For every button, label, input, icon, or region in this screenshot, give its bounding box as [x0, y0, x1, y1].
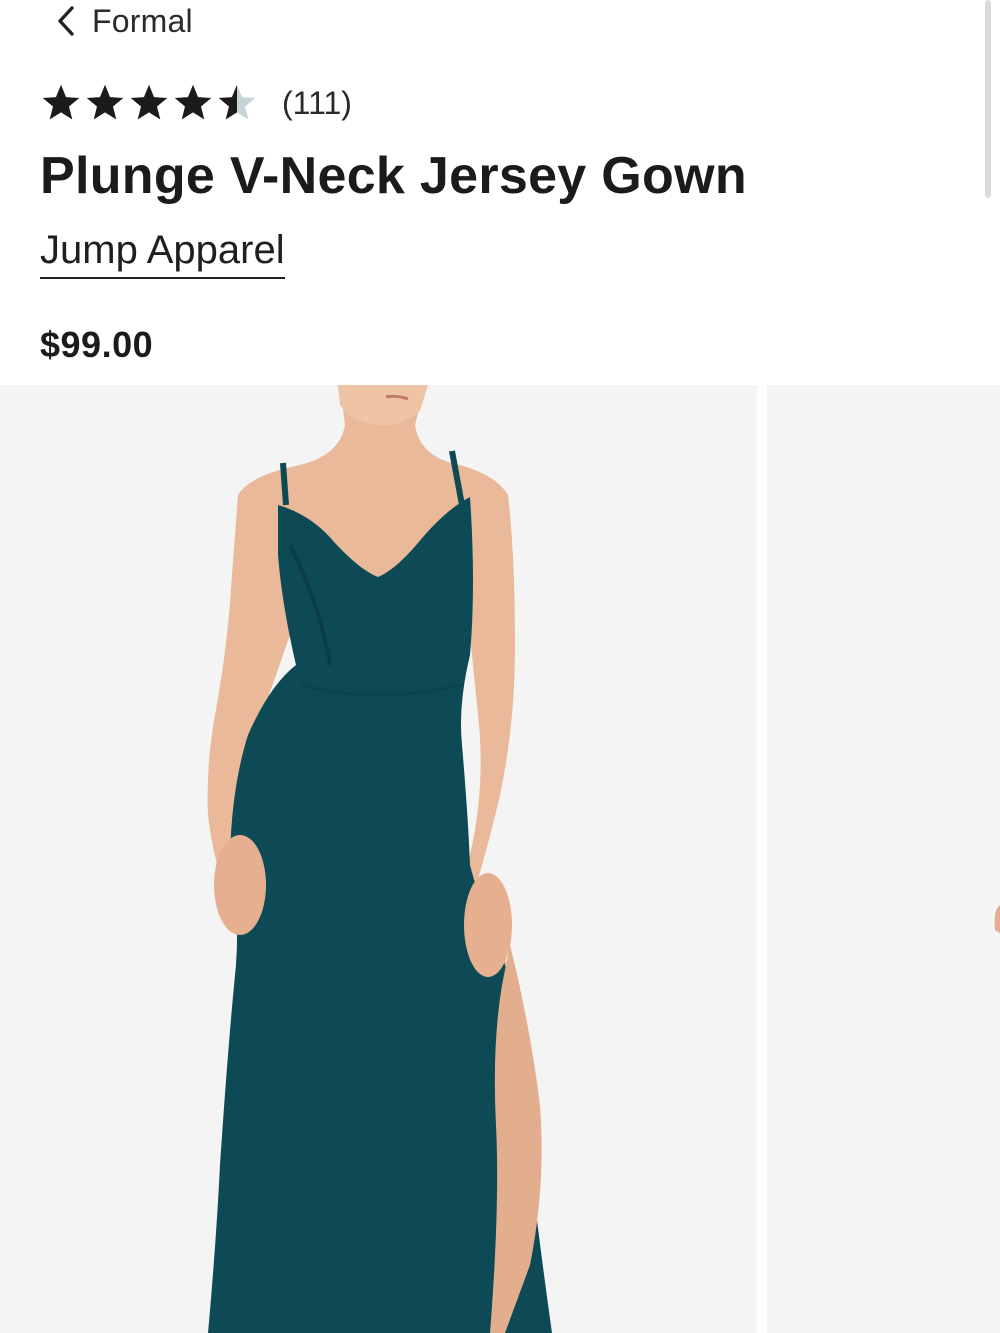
scrollbar[interactable] [985, 0, 991, 198]
rating-summary[interactable]: (111) [40, 80, 352, 126]
star-rating [40, 83, 258, 123]
product-price: $99.00 [40, 324, 154, 365]
review-count: (111) [282, 84, 352, 121]
next-image-illustration [767, 385, 1000, 1333]
back-link-label: Formal [92, 2, 193, 39]
model-in-gown-illustration [0, 385, 757, 1333]
star-icon [40, 83, 82, 123]
next-product-image[interactable] [767, 385, 1000, 1333]
product-image[interactable] [0, 385, 757, 1333]
star-icon [84, 83, 126, 123]
star-icon [128, 83, 170, 123]
brand-link[interactable]: Jump Apparel [40, 226, 285, 279]
back-link[interactable]: Formal [56, 2, 193, 40]
half-star-icon [216, 83, 258, 123]
star-icon [172, 83, 214, 123]
product-title: Plunge V-Neck Jersey Gown [40, 147, 747, 205]
chevron-left-icon [56, 5, 76, 37]
